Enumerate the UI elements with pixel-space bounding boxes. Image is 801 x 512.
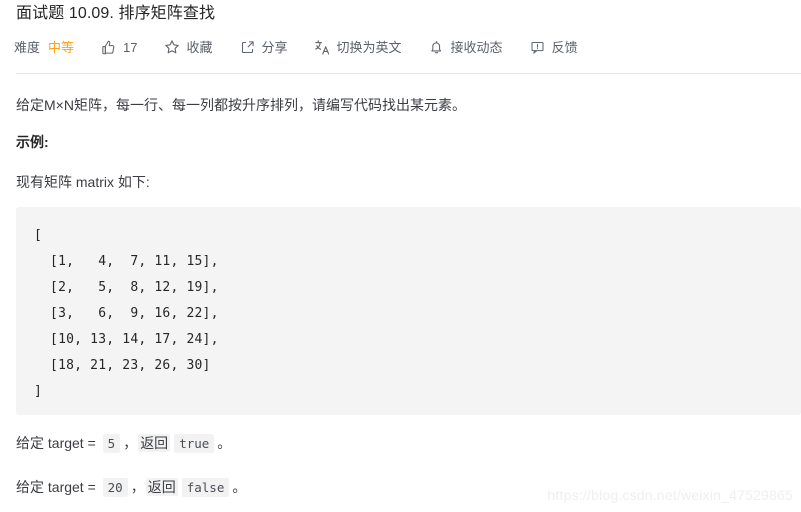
translate-button[interactable]: 切换为英文 <box>314 34 402 60</box>
problem-description: 给定M×N矩阵，每一行、每一列都按升序排列，请编写代码找出某元素。 <box>16 97 466 113</box>
test-case-2: 给定 target = 20，返回 false。 <box>16 476 246 499</box>
favorite-label: 收藏 <box>186 39 213 55</box>
thumbs-up-icon <box>100 39 117 56</box>
case1-return-word: 返回 <box>138 434 171 452</box>
case1-target: 5 <box>102 434 121 453</box>
case1-suffix: 。 <box>217 435 232 451</box>
case2-return-word: 返回 <box>145 478 178 496</box>
difficulty-label: 难度 <box>14 39 41 55</box>
test-case-1: 给定 target = 5，返回 true。 <box>16 432 231 455</box>
subscribe-button[interactable]: 接收动态 <box>428 34 503 60</box>
header-divider <box>16 73 801 74</box>
case2-comma: ， <box>130 479 145 495</box>
bell-icon <box>428 39 445 56</box>
case1-comma: ， <box>123 435 138 451</box>
watermark: https://blog.csdn.net/weixin_47529865 <box>547 487 793 503</box>
case1-prefix: 给定 target = <box>16 435 100 451</box>
feedback-label: 反馈 <box>551 39 578 55</box>
case2-result: false <box>181 478 230 497</box>
matrix-code: [ [1, 4, 7, 11, 15], [2, 5, 8, 12, 19], … <box>34 228 219 399</box>
share-label: 分享 <box>261 39 288 55</box>
difficulty-value: 中等 <box>48 39 75 55</box>
case2-target: 20 <box>102 478 128 497</box>
share-icon <box>239 39 256 56</box>
example-heading: 示例: <box>16 134 49 150</box>
feedback-icon <box>529 39 546 56</box>
toolbar: 难度 中等 17 收藏 分享 切换为英文 接收动态 反馈 <box>14 34 578 60</box>
code-block: [ [1, 4, 7, 11, 15], [2, 5, 8, 12, 19], … <box>16 207 801 415</box>
case1-result: true <box>174 434 215 453</box>
subscribe-label: 接收动态 <box>450 39 503 55</box>
star-icon <box>164 39 181 56</box>
like-button[interactable]: 17 <box>100 34 138 60</box>
page-title: 面试题 10.09. 排序矩阵查找 <box>16 5 216 22</box>
case2-prefix: 给定 target = <box>16 479 100 495</box>
favorite-button[interactable]: 收藏 <box>164 34 213 60</box>
translate-label: 切换为英文 <box>336 39 402 55</box>
case2-suffix: 。 <box>232 479 247 495</box>
feedback-button[interactable]: 反馈 <box>529 34 578 60</box>
matrix-intro: 现有矩阵 matrix 如下: <box>16 174 150 190</box>
like-count: 17 <box>123 39 138 55</box>
share-button[interactable]: 分享 <box>239 34 288 60</box>
difficulty-group: 难度 中等 <box>14 34 74 60</box>
translate-icon <box>314 39 331 56</box>
